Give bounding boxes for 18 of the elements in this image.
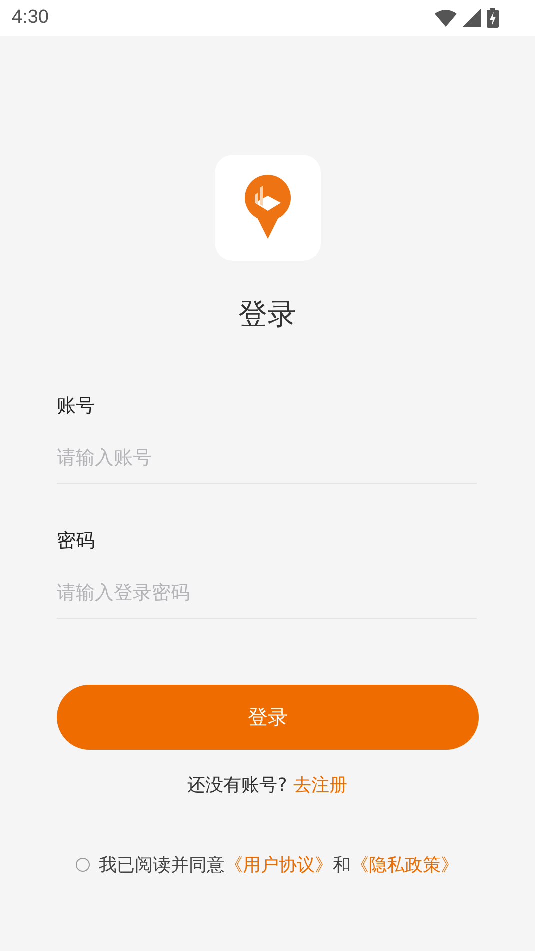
user-agreement-link[interactable]: 《用户协议》 — [225, 853, 333, 877]
battery-icon — [487, 8, 499, 28]
page-title: 登录 — [238, 296, 296, 333]
register-prompt: 还没有账号? — [188, 774, 288, 797]
password-field[interactable]: 请输入登录密码 — [57, 582, 477, 619]
clock: 4:30 — [12, 7, 49, 29]
privacy-policy-link[interactable]: 《隐私政策》 — [351, 853, 459, 877]
agreement-joiner: 和 — [333, 854, 351, 877]
field-label: 密码 — [57, 529, 96, 554]
register-link[interactable]: 去注册 — [293, 773, 348, 797]
account-field[interactable]: 请输入账号 — [57, 447, 477, 484]
location-pin-icon — [242, 175, 292, 241]
agree-radio[interactable] — [76, 858, 90, 872]
signal-icon — [463, 9, 481, 27]
agreement-text: 我已阅读并同意 — [99, 854, 225, 877]
wifi-icon — [435, 10, 457, 26]
login-button[interactable]: 登录 — [57, 685, 479, 750]
field-label: 账号 — [57, 394, 96, 419]
